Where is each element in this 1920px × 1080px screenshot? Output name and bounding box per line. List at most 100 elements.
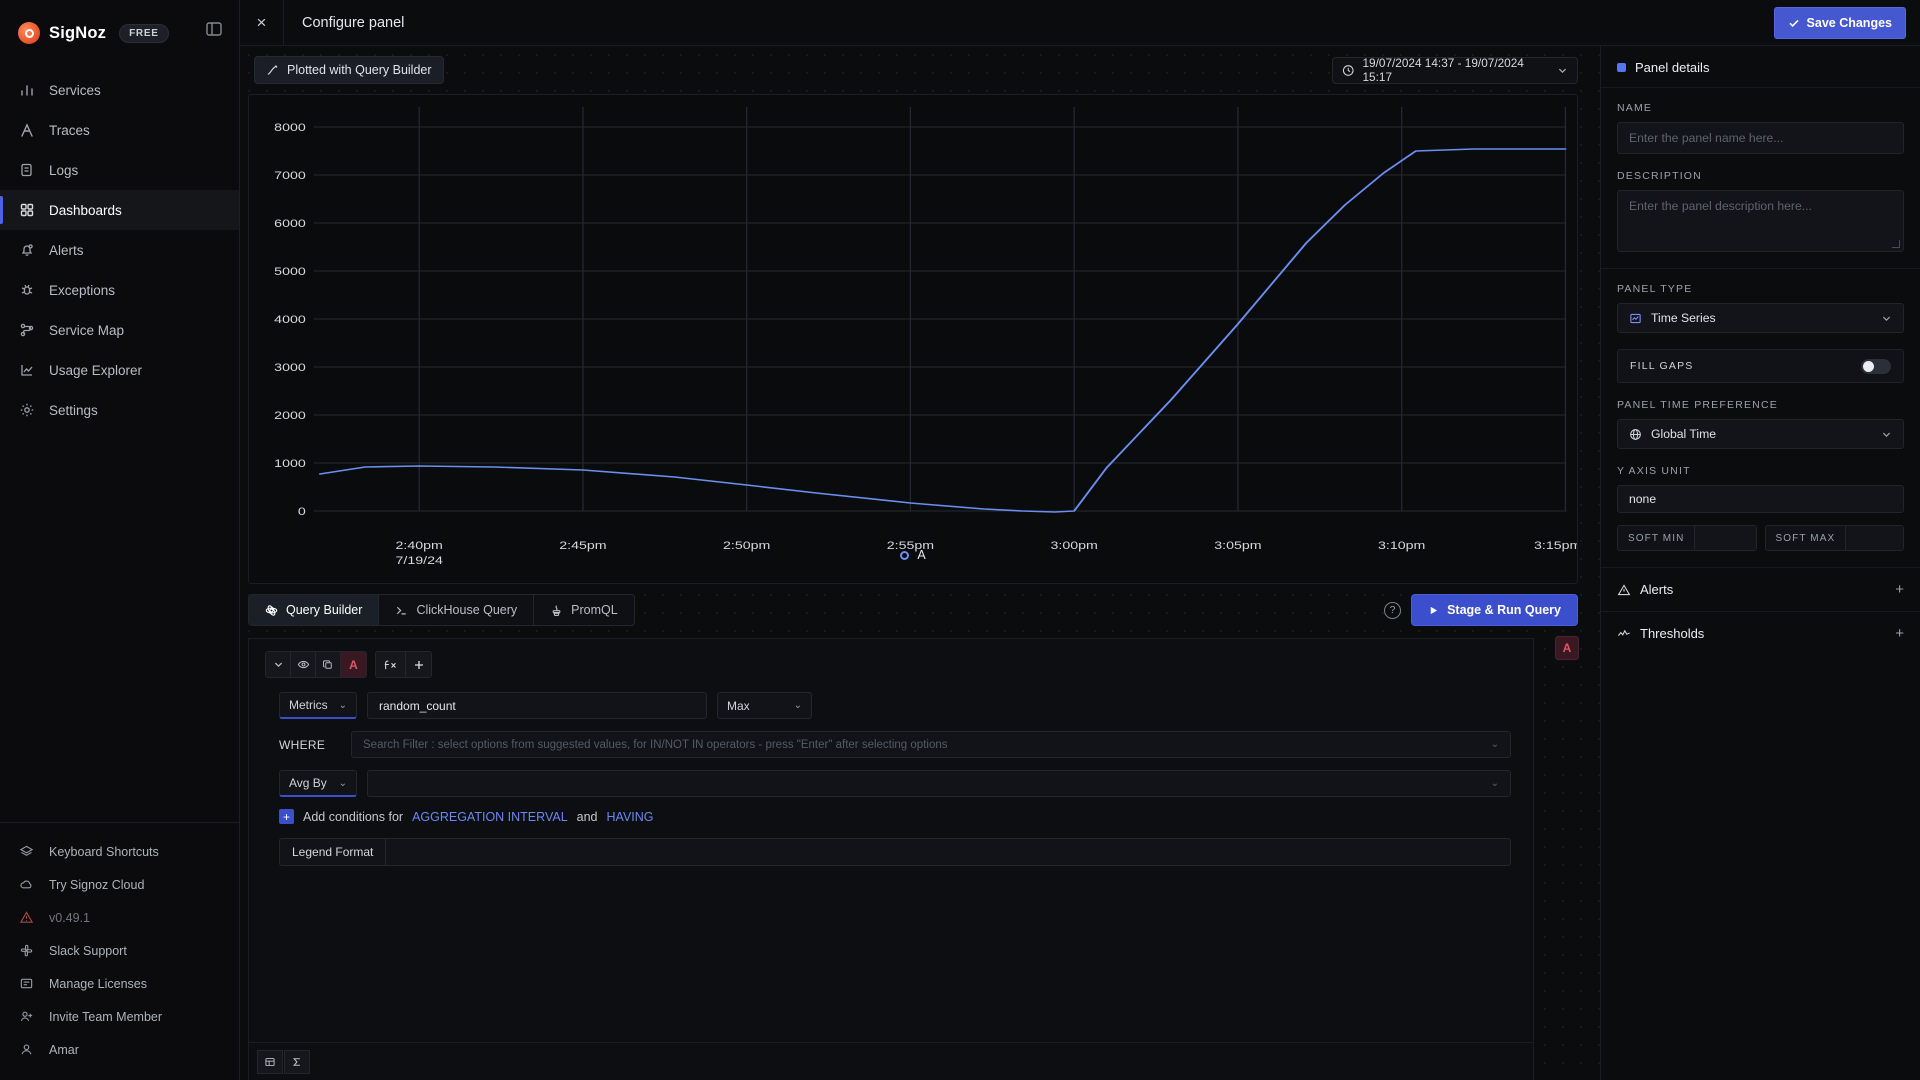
thresholds-section[interactable]: Thresholds + (1601, 611, 1920, 655)
panel-name-input[interactable]: Enter the panel name here... (1617, 122, 1904, 154)
fill-gaps-toggle[interactable] (1861, 358, 1891, 374)
tab-clickhouse-query[interactable]: ClickHouse Query (379, 595, 535, 625)
sidebar-item-slack-support[interactable]: Slack Support (0, 934, 239, 967)
chart-header: Plotted with Query Builder 19/07/2024 14… (240, 46, 1600, 84)
panel-time-preference-label: PANEL TIME PREFERENCE (1617, 399, 1778, 411)
gear-icon (18, 402, 35, 419)
soft-min-field[interactable]: SOFT MIN (1617, 525, 1757, 551)
where-filter-input[interactable]: Search Filter : select options from sugg… (351, 731, 1511, 758)
sigma-icon[interactable] (284, 1049, 310, 1074)
soft-min-input[interactable] (1694, 526, 1756, 550)
add-threshold-plus-icon[interactable]: + (1895, 626, 1904, 641)
metric-name-input[interactable]: random_count (367, 692, 707, 719)
aggregation-select[interactable]: Max ⌄ (717, 692, 812, 719)
bug-icon (18, 282, 35, 299)
copy-icon[interactable] (316, 652, 341, 677)
cloud-icon (18, 876, 35, 893)
sidebar-item-label: Invite Team Member (49, 1009, 163, 1024)
usage-icon (18, 362, 35, 379)
svg-text:3:15pm: 3:15pm (1534, 539, 1577, 551)
aggregation-interval-link[interactable]: AGGREGATION INTERVAL (412, 810, 568, 824)
legend-format-label: Legend Format (280, 839, 387, 865)
sidebar-item-version[interactable]: v0.49.1 (0, 901, 239, 934)
sidebar-item-label: Logs (49, 162, 79, 178)
svg-text:8000: 8000 (274, 121, 306, 133)
name-label: NAME (1617, 102, 1653, 114)
tab-promql[interactable]: PromQL (534, 595, 634, 625)
warning-icon (18, 909, 35, 926)
add-conditions-text: Add conditions for (303, 809, 404, 824)
fx-icon[interactable] (376, 652, 406, 677)
license-icon (18, 975, 35, 992)
close-icon[interactable]: × (240, 0, 284, 46)
bar-chart-icon (18, 82, 35, 99)
chart-grid (313, 107, 1567, 512)
sidebar-item-invite-team-member[interactable]: Invite Team Member (0, 1000, 239, 1033)
chevron-down-icon[interactable] (266, 652, 291, 677)
soft-max-field[interactable]: SOFT MAX (1764, 525, 1904, 551)
sidebar-item-traces[interactable]: Traces (0, 110, 239, 150)
time-range-picker[interactable]: 19/07/2024 14:37 - 19/07/2024 15:17 (1332, 56, 1578, 84)
sidebar-item-keyboard-shortcuts[interactable]: Keyboard Shortcuts (0, 835, 239, 868)
query-tabs: Query Builder ClickHouse Query PromQL (248, 594, 635, 626)
topbar: × Configure panel Save Changes (240, 0, 1920, 46)
sidebar-item-try-signoz-cloud[interactable]: Try Signoz Cloud (0, 868, 239, 901)
sidebar-item-service-map[interactable]: Service Map (0, 310, 239, 350)
sidebar-item-label: Services (49, 82, 101, 98)
plotted-with-chip[interactable]: Plotted with Query Builder (254, 56, 444, 84)
query-builder-wrap: A Metrics ⌄ random_count Max ⌄ WHERE Sea… (240, 626, 1600, 1080)
group-by-select[interactable]: Avg By ⌄ (279, 770, 357, 797)
table-icon[interactable] (257, 1049, 283, 1074)
panel-details-body: NAME Enter the panel name here... DESCRI… (1601, 88, 1920, 1080)
panel-time-preference-select[interactable]: Global Time (1617, 419, 1904, 449)
question-mark-icon[interactable]: ? (1384, 601, 1402, 619)
add-alert-plus-icon[interactable]: + (1895, 582, 1904, 597)
svg-text:1000: 1000 (274, 457, 306, 469)
play-icon (1430, 606, 1438, 614)
eye-icon[interactable] (291, 652, 316, 677)
panel-description-input[interactable]: Enter the panel description here... (1617, 190, 1904, 252)
data-source-select[interactable]: Metrics ⌄ (279, 692, 357, 719)
save-changes-button[interactable]: Save Changes (1773, 6, 1906, 39)
plus-icon[interactable] (406, 652, 431, 677)
time-series-icon (1630, 313, 1641, 323)
prometheus-icon (552, 604, 561, 616)
group-by-input[interactable]: ⌄ (367, 770, 1511, 797)
sidebar-item-alerts[interactable]: Alerts (0, 230, 239, 270)
sidebar-item-settings[interactable]: Settings (0, 390, 239, 430)
where-placeholder: Search Filter : select options from sugg… (363, 738, 948, 751)
sidebar-item-manage-licenses[interactable]: Manage Licenses (0, 967, 239, 1000)
stage-run-query-button[interactable]: Stage & Run Query (1411, 594, 1578, 626)
sidebar-item-dashboards[interactable]: Dashboards (0, 190, 239, 230)
having-link[interactable]: HAVING (607, 810, 654, 824)
where-label: WHERE (279, 737, 326, 752)
legend-format-field[interactable]: Legend Format (279, 838, 1511, 866)
app-root: SigNoz FREE Services Traces Logs Dashboa… (0, 0, 1920, 1080)
query-letter-badge[interactable]: A (341, 652, 366, 677)
plan-badge: FREE (119, 23, 169, 43)
panel-type-select[interactable]: Time Series (1617, 303, 1904, 333)
sidebar-item-user[interactable]: Amar (0, 1033, 239, 1066)
sidebar-item-label: Alerts (49, 242, 84, 258)
tab-label: ClickHouse Query (416, 603, 518, 617)
and-text: and (576, 809, 598, 824)
query-letter-chip[interactable]: A (1555, 636, 1579, 660)
tab-query-builder[interactable]: Query Builder (249, 595, 380, 625)
x-axis-ticks: 2:40pm 7/19/24 2:45pm 2:50pm 2:55pm 3:00p… (396, 539, 1577, 566)
chart-panel: 8000 7000 6000 5000 4000 3000 2000 1000 … (248, 94, 1578, 584)
sidebar-item-logs[interactable]: Logs (0, 150, 239, 190)
sidebar-item-services[interactable]: Services (0, 70, 239, 110)
page-title: Configure panel (302, 14, 405, 31)
add-condition-plus-icon[interactable]: + (279, 809, 294, 824)
panel-details-icon (1617, 63, 1626, 72)
sidebar-item-exceptions[interactable]: Exceptions (0, 270, 239, 310)
y-axis-unit-input[interactable]: none (1617, 485, 1904, 513)
soft-max-input[interactable] (1845, 526, 1903, 550)
sidebar-item-usage-explorer[interactable]: Usage Explorer (0, 350, 239, 390)
alerts-section[interactable]: Alerts + (1601, 567, 1920, 611)
panel-type-value: Time Series (1651, 311, 1716, 325)
panel-collapse-icon[interactable] (205, 20, 223, 38)
data-source-value: Metrics (289, 698, 328, 712)
chevron-down-icon (1881, 313, 1892, 324)
svg-text:3:05pm: 3:05pm (1214, 539, 1261, 551)
